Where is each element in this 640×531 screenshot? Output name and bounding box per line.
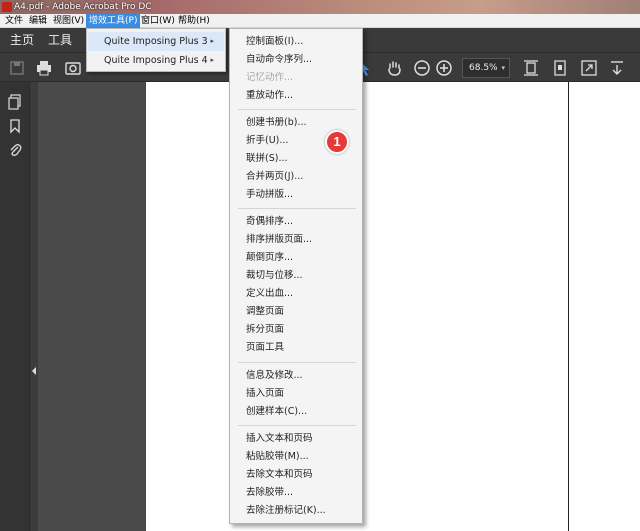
menu-item-merge-two-pages[interactable]: 合并两页(J)... xyxy=(231,168,361,186)
menu-item-sort-pages[interactable]: 排序拼版页面... xyxy=(231,231,361,249)
zoom-out-icon[interactable] xyxy=(413,59,431,77)
fit-page-icon[interactable] xyxy=(522,59,540,77)
window-title: A4.pdf - Adobe Acrobat Pro DC xyxy=(14,2,152,12)
menu-item-odd-even-sort[interactable]: 奇偶排序... xyxy=(231,213,361,231)
step-number-badge: 1 xyxy=(325,130,349,154)
acrobat-app-icon xyxy=(2,2,12,12)
title-bar: A4.pdf - Adobe Acrobat Pro DC xyxy=(0,0,640,14)
menu-item-insert-text-numbers[interactable]: 插入文本和页码 xyxy=(231,430,361,448)
zoom-level-value: 68.5% xyxy=(469,63,498,73)
rotate-page-icon[interactable] xyxy=(551,59,569,77)
menu-item-quite-imposing-4[interactable]: Quite Imposing Plus 4 ▸ xyxy=(88,51,224,70)
hand-tool-icon[interactable] xyxy=(385,59,403,77)
menu-item-create-booklet[interactable]: 创建书册(b)... xyxy=(231,114,361,132)
menu-separator xyxy=(238,362,356,363)
attachment-icon[interactable] xyxy=(7,142,23,158)
full-screen-icon[interactable] xyxy=(580,59,598,77)
menu-item-trim-shift[interactable]: 裁切与位移... xyxy=(231,267,361,285)
menu-separator xyxy=(238,109,356,110)
menu-edit[interactable]: 编辑 xyxy=(26,14,50,28)
menu-item-insert-page[interactable]: 插入页面 xyxy=(231,385,361,403)
menu-window[interactable]: 窗口(W) xyxy=(138,14,178,28)
menu-item-paste-tape[interactable]: 粘贴胶带(M)... xyxy=(231,448,361,466)
menu-plugins[interactable]: 增效工具(P) xyxy=(86,14,141,28)
camera-icon[interactable] xyxy=(64,59,82,77)
zoom-in-icon[interactable] xyxy=(435,59,453,77)
menu-file[interactable]: 文件 xyxy=(2,14,26,28)
submenu-arrow-icon: ▸ xyxy=(210,56,214,64)
menu-item-quite-imposing-3[interactable]: Quite Imposing Plus 3 ▸ xyxy=(88,32,224,51)
menu-item-page-tools[interactable]: 页面工具 xyxy=(231,339,361,357)
menu-item-label: Quite Imposing Plus 4 xyxy=(104,55,208,66)
nav-tools[interactable]: 工具 xyxy=(48,32,72,48)
menu-item-adjust-pages[interactable]: 调整页面 xyxy=(231,303,361,321)
menu-item-create-sample[interactable]: 创建样本(C)... xyxy=(231,403,361,421)
pdf-page-next[interactable] xyxy=(568,82,640,531)
menu-item-control-panel[interactable]: 控制面板(I)... xyxy=(231,33,361,51)
menu-item-record-action: 记忆动作... xyxy=(246,72,294,83)
menu-item-replay-action[interactable]: 重放动作... xyxy=(231,87,361,105)
bookmark-icon[interactable] xyxy=(7,118,23,134)
menu-item-split-pages[interactable]: 拆分页面 xyxy=(231,321,361,339)
menu-view[interactable]: 视图(V) xyxy=(50,14,87,28)
submenu-arrow-icon: ▸ xyxy=(210,37,214,45)
plugins-menu: Quite Imposing Plus 3 ▸ Quite Imposing P… xyxy=(86,28,226,72)
nav-home[interactable]: 主页 xyxy=(10,32,34,48)
menu-item-info-modify[interactable]: 信息及修改... xyxy=(231,367,361,385)
scroll-mode-icon[interactable] xyxy=(608,59,626,77)
menu-item-remove-text-numbers[interactable]: 去除文本和页码 xyxy=(231,466,361,484)
print-icon[interactable] xyxy=(35,59,53,77)
zoom-level-dropdown[interactable]: 68.5% ▾ xyxy=(462,58,510,78)
menu-bar: 文件 编辑 视图(V) 增效工具(P) 窗口(W) 帮助(H) xyxy=(0,14,640,28)
menu-separator xyxy=(238,208,356,209)
menu-help[interactable]: 帮助(H) xyxy=(175,14,213,28)
left-sidebar xyxy=(0,82,30,531)
menu-item-remove-tape[interactable]: 去除胶带... xyxy=(231,484,361,502)
chevron-down-icon: ▾ xyxy=(501,64,505,72)
menu-item-manual-imposition[interactable]: 手动拼版... xyxy=(231,186,361,204)
menu-item-reverse-pages[interactable]: 颠倒页序... xyxy=(231,249,361,267)
menu-item-define-bleed[interactable]: 定义出血... xyxy=(231,285,361,303)
quite-imposing-3-menu: 控制面板(I)... 自动命令序列... 记忆动作... 重放动作... 创建书… xyxy=(229,28,363,524)
save-icon[interactable] xyxy=(8,59,26,77)
menu-separator xyxy=(238,425,356,426)
collapse-sidebar-icon[interactable] xyxy=(30,364,38,378)
menu-item-auto-sequence[interactable]: 自动命令序列... xyxy=(231,51,361,69)
menu-item-remove-registration-marks[interactable]: 去除注册标记(K)... xyxy=(231,502,361,520)
menu-item-label: Quite Imposing Plus 3 xyxy=(104,36,208,47)
page-thumbnails-icon[interactable] xyxy=(7,94,23,110)
